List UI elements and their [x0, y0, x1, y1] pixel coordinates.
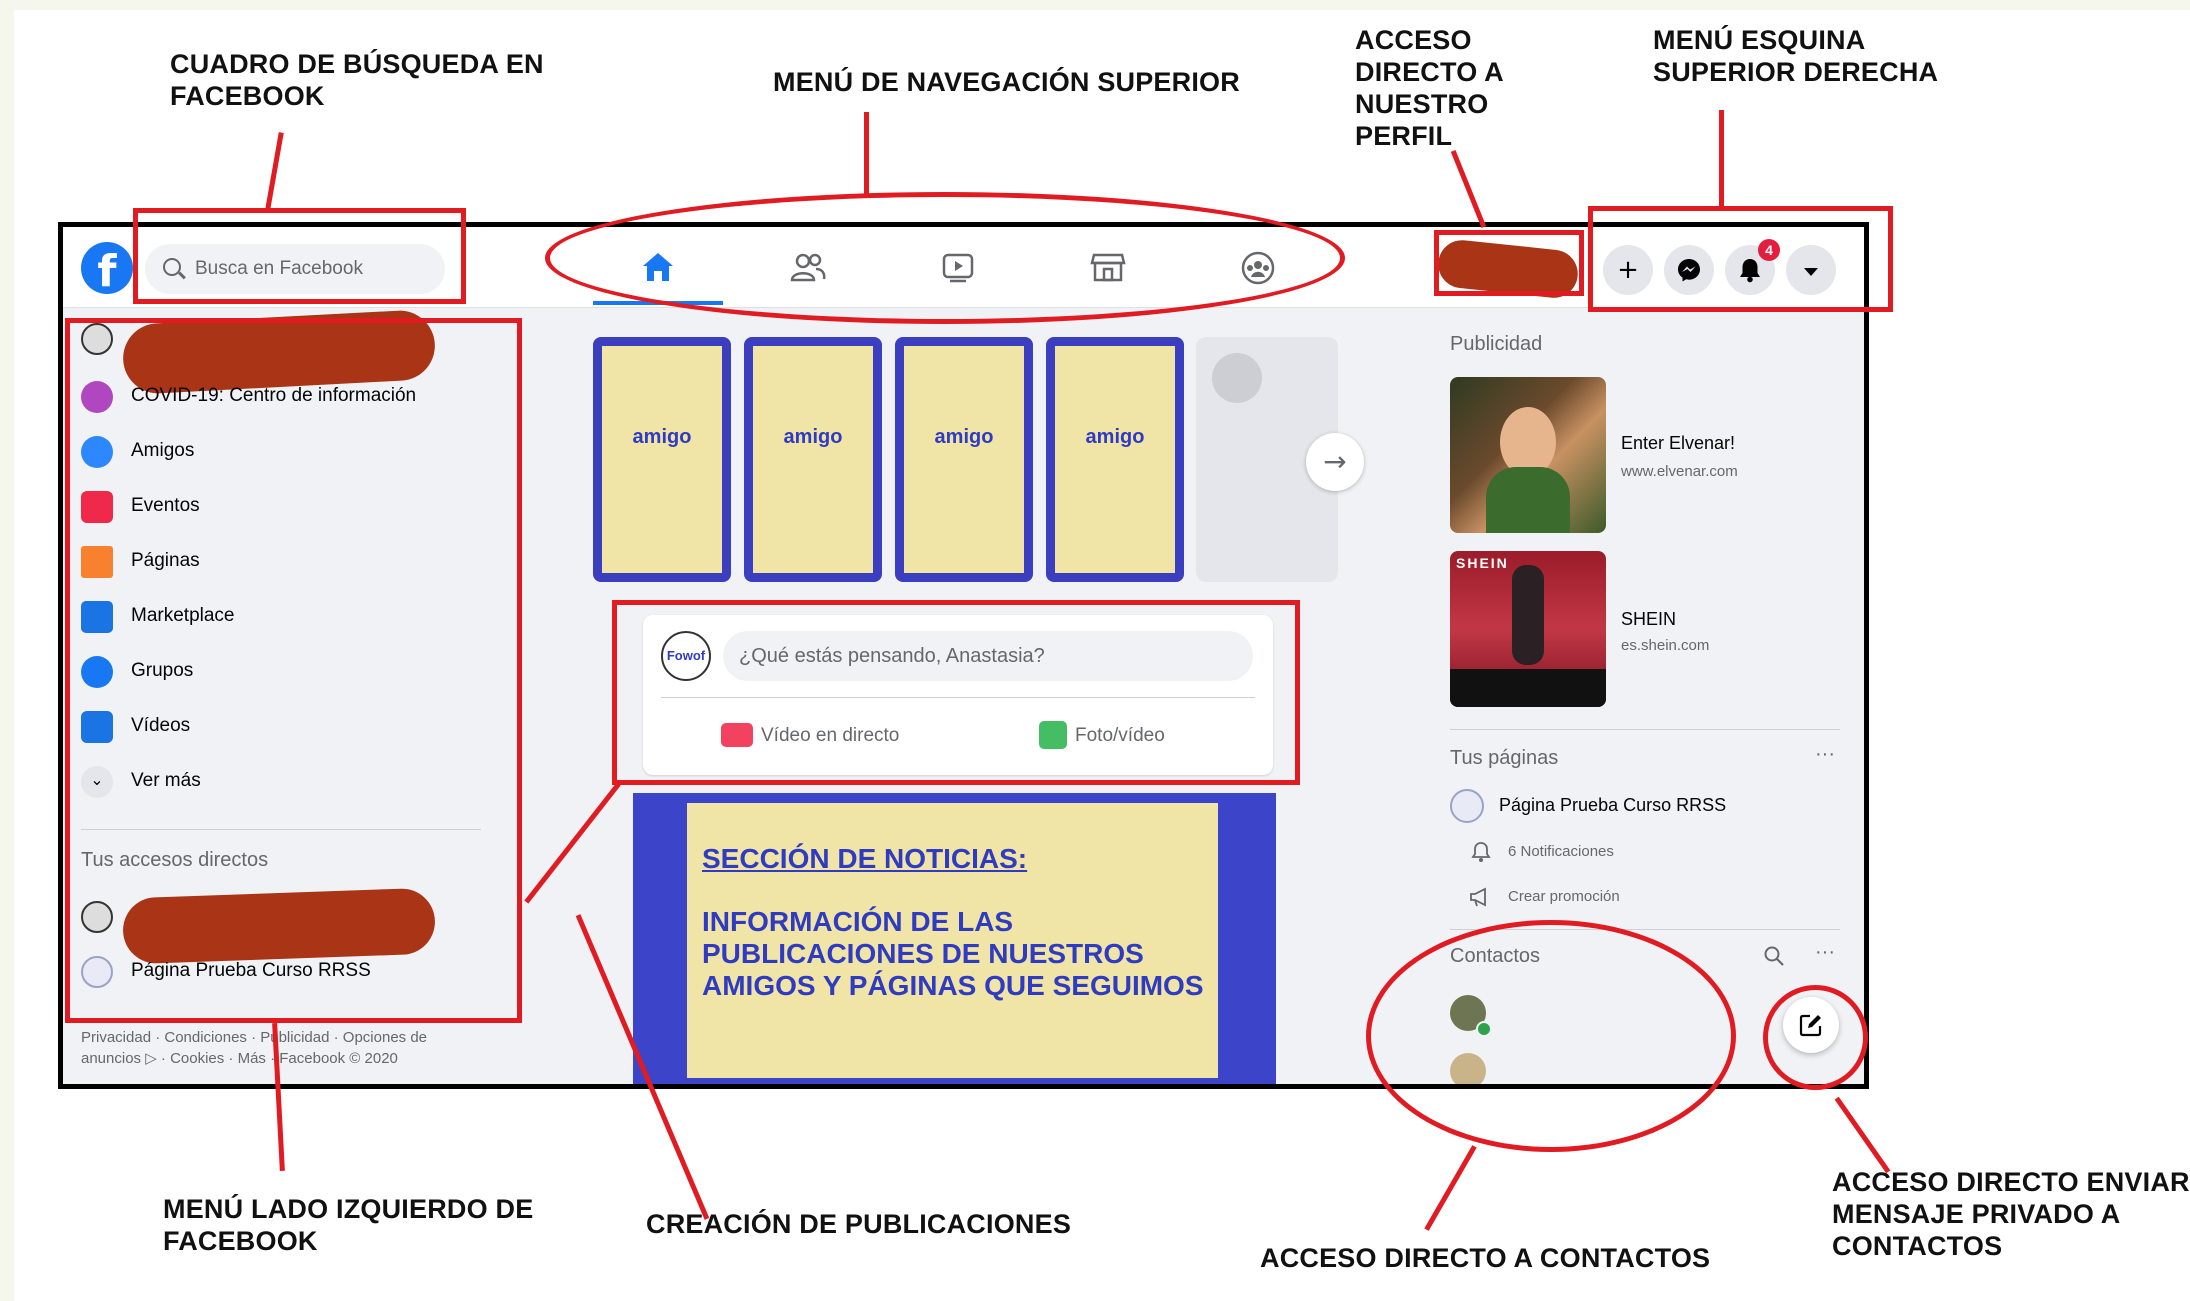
callout-left-menu: MENÚ LADO IZQUIERDO DE FACEBOOK	[163, 1194, 534, 1256]
facebook-logo-icon[interactable]: f	[81, 242, 133, 294]
ad-image-footer	[1450, 669, 1606, 707]
pages-more-icon[interactable]: ···	[1815, 743, 1835, 766]
ad-title[interactable]: Enter Elvenar!	[1621, 433, 1735, 454]
stories-next-arrow-icon[interactable]: →	[1306, 433, 1364, 491]
ad-url: www.elvenar.com	[1621, 463, 1738, 480]
callout-post-creation: CREACIÓN DE PUBLICACIONES	[646, 1209, 1072, 1239]
story-card[interactable]: amigo	[895, 337, 1033, 582]
create-promotion-link[interactable]: Crear promoción	[1508, 888, 1620, 905]
page-name[interactable]: Página Prueba Curso RRSS	[1499, 795, 1726, 816]
callout-profile-shortcut: ACCESO DIRECTO A NUESTRO PERFIL	[1355, 25, 1504, 151]
page-notifications-link[interactable]: 6 Notificaciones	[1508, 843, 1614, 860]
ad-image-elvenar[interactable]	[1450, 377, 1606, 533]
ad-image-body	[1486, 467, 1570, 533]
megaphone-icon	[1469, 887, 1493, 907]
story-label: amigo	[783, 426, 843, 448]
news-line2: PUBLICACIONES DE NUESTROS	[702, 938, 1144, 969]
callout-contacts-shortcut: ACCESO DIRECTO A CONTACTOS	[1260, 1243, 1711, 1273]
story-card[interactable]: amigo	[1046, 337, 1184, 582]
story-card[interactable]: amigo	[593, 337, 731, 582]
highlight-contacts	[1366, 920, 1736, 1152]
callout-top-nav: MENÚ DE NAVEGACIÓN SUPERIOR	[773, 67, 1240, 97]
callout-private-message: ACCESO DIRECTO ENVIAR MENSAJE PRIVADO A CO…	[1832, 1167, 2190, 1261]
story-label: amigo	[632, 426, 692, 448]
page-avatar-icon	[1450, 789, 1484, 823]
highlight-top-right-menu	[1588, 206, 1893, 312]
story-card[interactable]: amigo	[744, 337, 882, 582]
callout-search-box: CUADRO DE BÚSQUEDA EN FACEBOOK	[170, 49, 544, 111]
ad-url: es.shein.com	[1621, 637, 1710, 654]
news-line3: AMIGOS Y PÁGINAS QUE SEGUIMOS	[702, 970, 1204, 1001]
highlight-left-menu	[65, 318, 522, 1023]
news-line1: INFORMACIÓN DE LAS	[702, 906, 1014, 937]
footer-links-line1[interactable]: Privacidad · Condiciones · Publicidad · …	[81, 1029, 427, 1046]
story-label: amigo	[934, 426, 994, 448]
ad-title[interactable]: SHEIN	[1621, 609, 1676, 630]
footer-links-line2[interactable]: anuncios ▷ · Cookies · Más · Facebook © …	[81, 1049, 398, 1067]
ad-image-model	[1512, 565, 1544, 665]
contacts-more-icon[interactable]: ···	[1815, 941, 1835, 964]
contacts-search-icon[interactable]	[1763, 945, 1785, 967]
story-avatar-placeholder	[1212, 353, 1262, 403]
highlight-search-box	[133, 208, 466, 304]
news-feed-section: SECCIÓN DE NOTICIAS: INFORMACIÓN DE LAS …	[633, 793, 1276, 1084]
callout-top-right-menu: MENÚ ESQUINA SUPERIOR DERECHA	[1653, 25, 1939, 87]
shein-banner-text: SHEIN	[1456, 555, 1509, 571]
pages-heading: Tus páginas	[1450, 747, 1559, 769]
pointer-line	[1719, 110, 1724, 206]
news-title: SECCIÓN DE NOTICIAS:	[702, 843, 1028, 874]
highlight-post-creation	[612, 600, 1300, 785]
divider	[1450, 729, 1840, 730]
highlight-private-message	[1763, 985, 1868, 1090]
highlight-profile-shortcut	[1434, 230, 1584, 296]
pointer-line	[864, 112, 869, 194]
story-label: amigo	[1085, 426, 1145, 448]
ad-image-shein[interactable]: SHEIN	[1450, 551, 1606, 707]
bell-outline-icon	[1471, 841, 1491, 863]
highlight-top-nav	[545, 192, 1345, 324]
ads-heading: Publicidad	[1450, 333, 1543, 355]
